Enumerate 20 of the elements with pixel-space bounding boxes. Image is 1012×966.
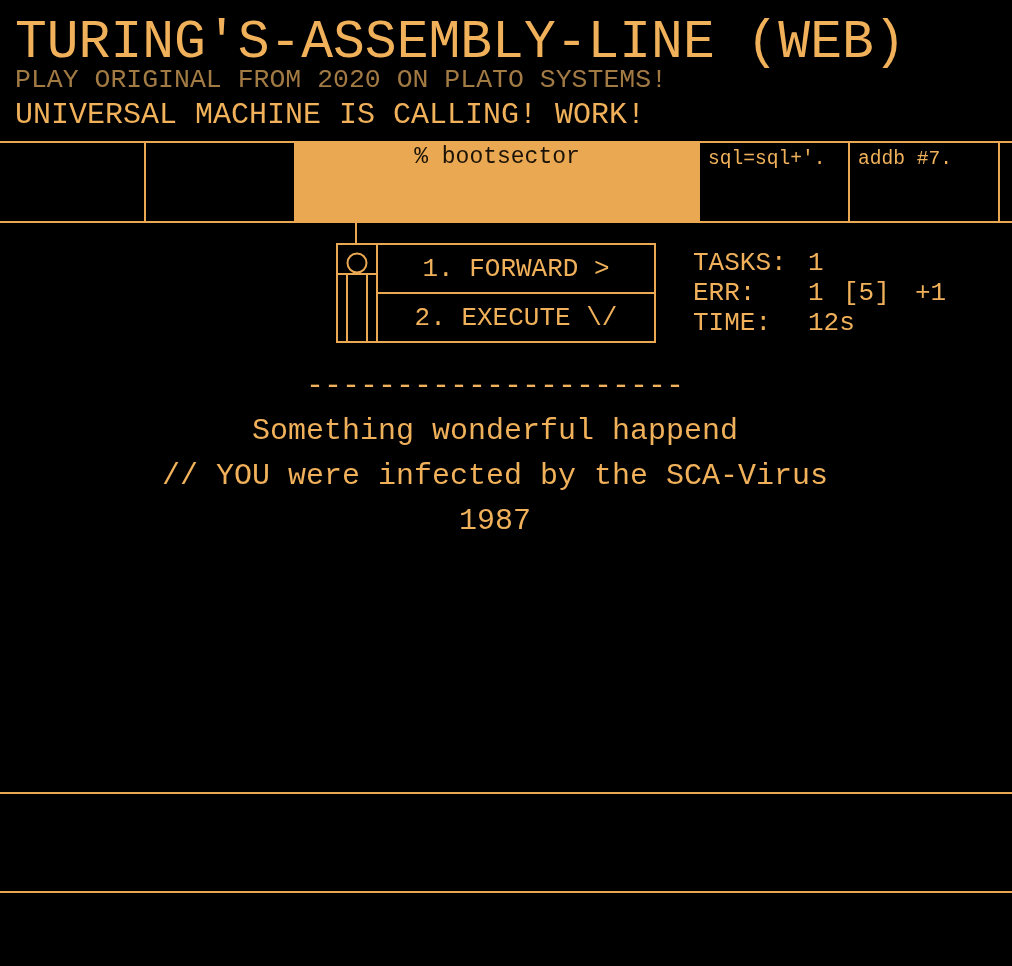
message-text: // YOU were infected by the SCA-Virus [161, 458, 829, 495]
stat-value: [5] [843, 278, 891, 308]
execute-button[interactable]: 2. EXECUTE \/ [378, 294, 654, 341]
tape-cell[interactable]: addb #7. [850, 143, 1000, 221]
tape-cell[interactable]: % bootsector [296, 143, 700, 221]
stat-value: 12s [808, 308, 855, 338]
subtitle-text: PLAY ORIGINAL FROM 2020 ON PLATO SYSTEMS! [15, 68, 667, 92]
stat-label: TASKS: [693, 248, 788, 278]
stat-label: TIME: [693, 308, 772, 338]
stat-value: +1 [915, 278, 947, 308]
stat-label: ERR: [693, 278, 757, 308]
stat-value: 1 [808, 278, 825, 308]
stat-value: 1 [808, 248, 825, 278]
message-text: 1987 [459, 503, 531, 540]
dashed-separator: --------------------- [305, 368, 685, 405]
page-title: TURING'S-ASSEMBLY-LINE (WEB) [15, 18, 906, 68]
tape-cell[interactable]: sql=sql+'. [700, 143, 850, 221]
message-text: Something wonderful happend [251, 413, 739, 450]
forward-button[interactable]: 1. FORWARD > [378, 245, 654, 294]
tagline-text: UNIVERSAL MACHINE IS CALLING! WORK! [15, 100, 646, 130]
